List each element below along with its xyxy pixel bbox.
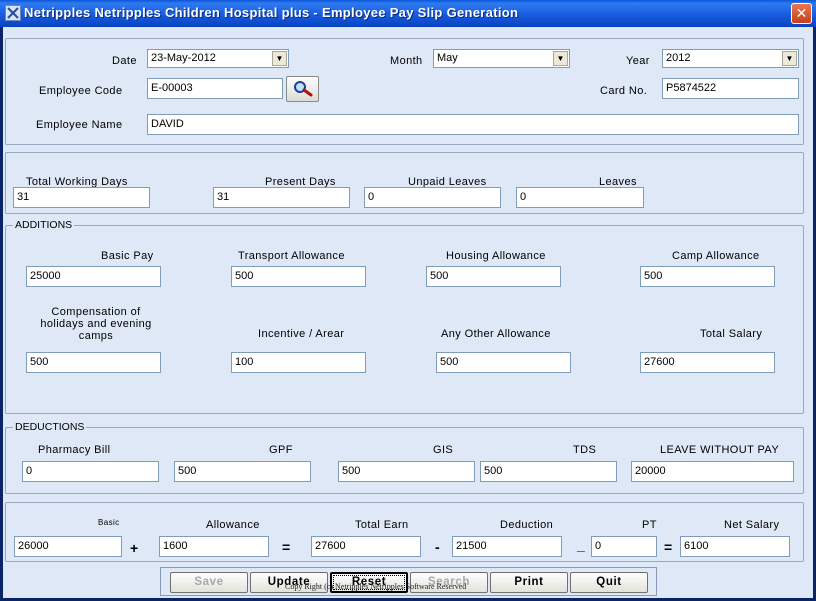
camp-allowance-field[interactable]: 500 [640,266,775,287]
basic-pay-field[interactable]: 25000 [26,266,161,287]
month-value: May [437,52,458,64]
date-value: 23-May-2012 [151,52,216,64]
search-employee-button[interactable] [286,76,319,102]
deduction-label: Deduction [500,519,554,531]
form-client-area: Date 23-May-2012 ▼ Month May ▼ Year 2012… [3,27,813,598]
net-salary-field[interactable]: 6100 [680,536,790,557]
tds-label: TDS [573,444,597,456]
save-button[interactable]: Save [170,572,248,593]
total-salary-label: Total Salary [700,328,763,340]
compensation-label: Compensation of holidays and evening cam… [40,306,152,342]
chevron-down-icon[interactable]: ▼ [272,51,287,66]
employee-name-label: Employee Name [36,119,123,131]
gis-label: GIS [433,444,454,456]
tds-field[interactable]: 500 [480,461,617,482]
additions-panel: ADDITIONS Basic Pay 25000 Transport Allo… [5,219,804,414]
plus-sign: + [130,540,139,556]
deductions-panel: DEDUCTIONS Pharmacy Bill 0 GPF 500 GIS 5… [5,421,804,494]
month-label: Month [390,55,423,67]
pt-field[interactable]: 0 [591,536,657,557]
incentive-arear-label: Incentive / Arear [258,328,345,340]
card-no-label: Card No. [600,85,648,97]
year-value: 2012 [666,52,691,64]
housing-allowance-field[interactable]: 500 [426,266,561,287]
summary-panel: Basic 26000 + Allowance 1600 = Total Ear… [5,502,804,562]
basic-label: Basic [98,518,120,527]
employee-code-field[interactable]: E-00003 [147,78,283,99]
magnifier-icon [293,81,312,97]
date-label: Date [112,55,137,67]
pharmacy-bill-label: Pharmacy Bill [38,444,111,456]
app-icon [5,5,21,21]
basic-pay-label: Basic Pay [101,250,154,262]
transport-allowance-field[interactable]: 500 [231,266,366,287]
close-icon: ✕ [795,5,808,21]
minus-sign-pt: _ [577,537,585,553]
employee-info-panel: Date 23-May-2012 ▼ Month May ▼ Year 2012… [5,38,804,145]
copyright-text: Copy Right (c) Netripples Netripples Sof… [285,582,467,591]
gis-field[interactable]: 500 [338,461,475,482]
minus-sign: - [435,539,440,555]
attendance-panel: Total Working Days 31 Present Days 31 Un… [5,152,804,214]
leave-without-pay-label: LEAVE WITHOUT PAY [660,444,780,456]
total-working-days-field[interactable]: 31 [13,187,150,208]
employee-code-label: Employee Code [39,85,123,97]
date-picker[interactable]: 23-May-2012 ▼ [147,49,289,68]
employee-name-field[interactable]: DAVID [147,114,799,135]
housing-allowance-label: Housing Allowance [446,250,546,262]
deductions-legend: DEDUCTIONS [13,421,87,433]
chevron-down-icon[interactable]: ▼ [782,51,797,66]
equals-sign: = [282,539,291,555]
additions-legend: ADDITIONS [13,219,75,231]
leave-without-pay-field[interactable]: 20000 [631,461,794,482]
compensation-field[interactable]: 500 [26,352,161,373]
other-allowance-label: Any Other Allowance [441,328,551,340]
title-bar: Netripples Netripples Children Hospital … [0,0,816,27]
card-no-field[interactable]: P5874522 [662,78,799,99]
print-button[interactable]: Print [490,572,568,593]
total-salary-field[interactable]: 27600 [640,352,775,373]
deduction-field[interactable]: 21500 [452,536,562,557]
allowance-label: Allowance [206,519,260,531]
year-select[interactable]: 2012 ▼ [662,49,799,68]
total-earn-field[interactable]: 27600 [311,536,421,557]
incentive-arear-field[interactable]: 100 [231,352,366,373]
close-button[interactable]: ✕ [791,3,812,24]
year-label: Year [626,55,650,67]
basic-field[interactable]: 26000 [14,536,122,557]
other-allowance-field[interactable]: 500 [436,352,571,373]
camp-allowance-label: Camp Allowance [672,250,760,262]
chevron-down-icon[interactable]: ▼ [553,51,568,66]
total-earn-label: Total Earn [355,519,409,531]
present-days-field[interactable]: 31 [213,187,350,208]
quit-button[interactable]: Quit [570,572,648,593]
gpf-label: GPF [269,444,293,456]
leaves-field[interactable]: 0 [516,187,644,208]
gpf-field[interactable]: 500 [174,461,311,482]
pt-label: PT [642,519,657,531]
transport-allowance-label: Transport Allowance [238,250,345,262]
equals-sign-net: = [664,539,673,555]
allowance-field[interactable]: 1600 [159,536,269,557]
net-salary-label: Net Salary [724,519,780,531]
unpaid-leaves-field[interactable]: 0 [364,187,501,208]
window-title: Netripples Netripples Children Hospital … [24,5,519,20]
month-select[interactable]: May ▼ [433,49,570,68]
pharmacy-bill-field[interactable]: 0 [22,461,159,482]
